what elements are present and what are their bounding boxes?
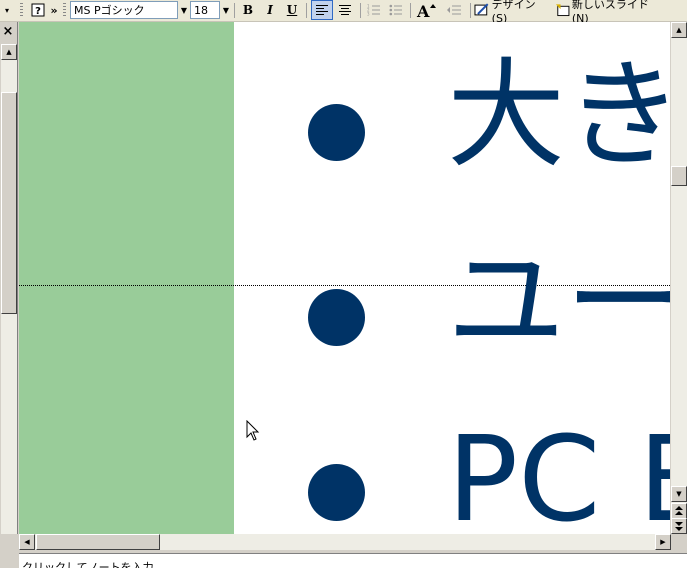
previous-slide-button[interactable] [671, 503, 687, 519]
vertical-scrollbar[interactable]: ▲ ▼ [670, 22, 687, 534]
align-left-icon [316, 5, 328, 15]
scroll-up-button[interactable]: ▲ [671, 22, 687, 38]
bullet-2 [308, 289, 365, 346]
align-center-icon [339, 5, 351, 15]
slide-canvas[interactable]: 大き ユー PC E [19, 22, 670, 534]
toolbar-separator [470, 3, 471, 18]
bulleted-list-icon [389, 4, 402, 16]
slide-text-line-1[interactable]: 大き [447, 56, 670, 174]
toolbar-grip[interactable] [63, 3, 66, 18]
design-icon [474, 3, 489, 16]
italic-button[interactable]: I [260, 0, 280, 20]
mouse-cursor-icon [246, 420, 260, 441]
design-label: デザイン(S) [491, 0, 536, 25]
double-chevron-down-icon [675, 522, 683, 531]
horizontal-scroll-thumb[interactable] [36, 534, 160, 550]
double-chevron-up-icon [675, 506, 683, 515]
toolbar-separator [234, 3, 235, 18]
increase-font-icon: A [416, 2, 436, 18]
formatting-toolbar: ▾ ? » MS Pゴシック ▼ 18 ▼ B I U 123 A デザイン(S… [0, 0, 687, 25]
notes-placeholder: クリックしてノートを入力 [22, 561, 154, 568]
horizontal-scrollbar[interactable]: ◀ ▶ [19, 534, 687, 550]
increase-font-size-button[interactable]: A [414, 0, 438, 20]
new-slide-icon [555, 4, 570, 17]
bullets-button[interactable] [386, 0, 406, 20]
scroll-down-button[interactable]: ▼ [671, 486, 687, 502]
close-icon[interactable]: × [0, 24, 16, 39]
numbered-list-icon: 123 [367, 4, 380, 17]
font-name-combo[interactable]: MS Pゴシック [70, 1, 178, 19]
outline-pane-strip: × ▲ [0, 22, 18, 534]
svg-text:A: A [416, 2, 430, 18]
design-button[interactable]: デザイン(S) [474, 0, 550, 25]
chevron-down-icon[interactable]: ▼ [178, 1, 190, 19]
svg-text:3: 3 [367, 12, 370, 17]
bold-button[interactable]: B [238, 0, 258, 20]
decrease-indent-button[interactable] [442, 0, 466, 20]
svg-text:?: ? [35, 6, 41, 17]
slide-green-panel [19, 22, 234, 534]
slide-text-line-3[interactable]: PC E [447, 420, 670, 534]
bullet-1 [308, 104, 365, 161]
outline-scroll-thumb[interactable] [1, 92, 17, 314]
next-slide-button[interactable] [671, 518, 687, 534]
align-left-button[interactable] [311, 0, 333, 20]
vertical-scroll-thumb[interactable] [671, 166, 687, 186]
scroll-right-button[interactable]: ▶ [655, 534, 671, 550]
decrease-indent-icon [447, 5, 461, 15]
toolbar-grip[interactable] [20, 3, 23, 18]
scroll-up-button[interactable]: ▲ [1, 44, 17, 60]
chevron-down-icon[interactable]: ▼ [220, 1, 232, 19]
font-size-combo[interactable]: 18 [190, 1, 220, 19]
new-slide-button[interactable]: 新しいスライド(N) [555, 0, 659, 25]
slide-text-line-2[interactable]: ユー [447, 242, 670, 360]
toolbar-dropdown-arrow[interactable]: ▾ [0, 0, 14, 20]
toolbar-overflow-chevron[interactable]: » [48, 0, 60, 20]
new-slide-label: 新しいスライド(N) [571, 0, 649, 25]
underline-button[interactable]: U [282, 0, 302, 20]
toolbar-separator [360, 3, 361, 18]
scroll-left-button[interactable]: ◀ [19, 534, 35, 550]
toolbar-separator [410, 3, 411, 18]
toolbar-separator [306, 3, 307, 18]
numbering-button[interactable]: 123 [364, 0, 384, 20]
scrollbar-corner [671, 534, 687, 550]
bullet-3 [308, 464, 365, 521]
help-icon[interactable]: ? [28, 0, 48, 20]
align-center-button[interactable] [334, 0, 356, 20]
notes-pane[interactable]: クリックしてノートを入力 [19, 553, 687, 568]
